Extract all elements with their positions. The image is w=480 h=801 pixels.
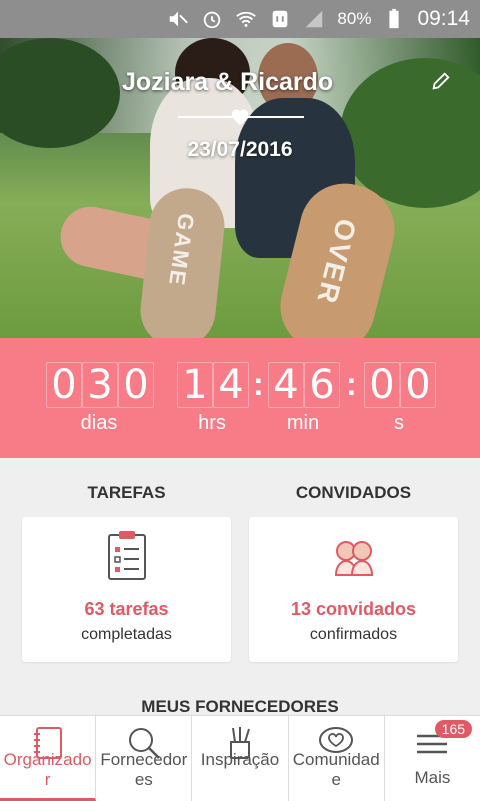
- tasks-header: TAREFAS: [87, 483, 166, 502]
- countdown-digit: 4: [268, 362, 304, 408]
- nav-label: Mais: [414, 768, 451, 787]
- nav-label: Fornecedores: [100, 750, 188, 789]
- tasks-card[interactable]: 63 tarefas completadas: [22, 517, 231, 662]
- bottom-navigation: Organizador Fornecedores Inspiração Comu…: [0, 715, 480, 801]
- tasks-count: 63 tarefas: [84, 599, 169, 619]
- countdown-seconds-label: s: [394, 412, 404, 434]
- nav-item-inspiracao[interactable]: Inspiração: [192, 716, 289, 801]
- guests-status: confirmados: [309, 626, 398, 643]
- wedding-countdown: 0 3 0 1 4 : 4 6 : 0 0 dias hrs min s: [0, 338, 480, 458]
- countdown-separator: :: [346, 366, 357, 402]
- guests-header: CONVIDADOS: [295, 483, 412, 502]
- nav-item-comunidade[interactable]: Comunidade: [289, 716, 385, 801]
- countdown-digit: 1: [177, 362, 213, 408]
- mute-icon: [170, 11, 189, 27]
- wedding-date: 23/07/2016: [187, 138, 293, 161]
- guests-count: 13 convidados: [290, 599, 417, 619]
- wifi-icon: [236, 11, 257, 27]
- tasks-status: completadas: [81, 626, 172, 643]
- countdown-days-label: dias: [80, 412, 118, 434]
- couple-photo[interactable]: GAME OVER Joziara & Ricardo 23/07/2016: [0, 38, 480, 338]
- status-bar: 80% 09:14: [0, 0, 480, 38]
- couple-names: Joziara & Ricardo: [122, 68, 334, 96]
- couple-icon: [334, 541, 373, 576]
- countdown-digit: 6: [304, 362, 340, 408]
- countdown-digit: 0: [364, 362, 400, 408]
- countdown-digit: 3: [82, 362, 118, 408]
- countdown-digit: 0: [118, 362, 154, 408]
- countdown-digit: 0: [400, 362, 436, 408]
- nav-item-mais[interactable]: 165 Mais: [385, 716, 480, 801]
- nav-label: Comunidade: [292, 750, 380, 789]
- edit-icon[interactable]: [430, 70, 452, 92]
- countdown-digit: 4: [213, 362, 249, 408]
- countdown-separator: :: [253, 366, 264, 402]
- countdown-minutes-label: min: [286, 412, 320, 434]
- nav-item-fornecedores[interactable]: Fornecedores: [96, 716, 193, 801]
- countdown-digit: 0: [46, 362, 82, 408]
- nav-label: Inspiração: [200, 750, 280, 769]
- battery-icon: [389, 8, 400, 29]
- nav-item-organizador[interactable]: Organizador: [0, 716, 97, 801]
- clipboard-icon: [107, 531, 146, 580]
- clock: 09:14: [417, 7, 470, 30]
- heart-icon: [232, 109, 248, 125]
- alarm-icon: [204, 11, 221, 29]
- nfc-icon: [273, 10, 288, 28]
- battery-percentage: 80%: [337, 9, 372, 28]
- vendors-header: MEUS FORNECEDORES: [141, 697, 339, 716]
- countdown-hours-label: hrs: [198, 412, 226, 434]
- signal-icon: [306, 10, 323, 28]
- guests-card[interactable]: 13 convidados confirmados: [249, 517, 458, 662]
- notification-badge: 165: [434, 720, 473, 738]
- nav-label: Organizador: [3, 750, 92, 789]
